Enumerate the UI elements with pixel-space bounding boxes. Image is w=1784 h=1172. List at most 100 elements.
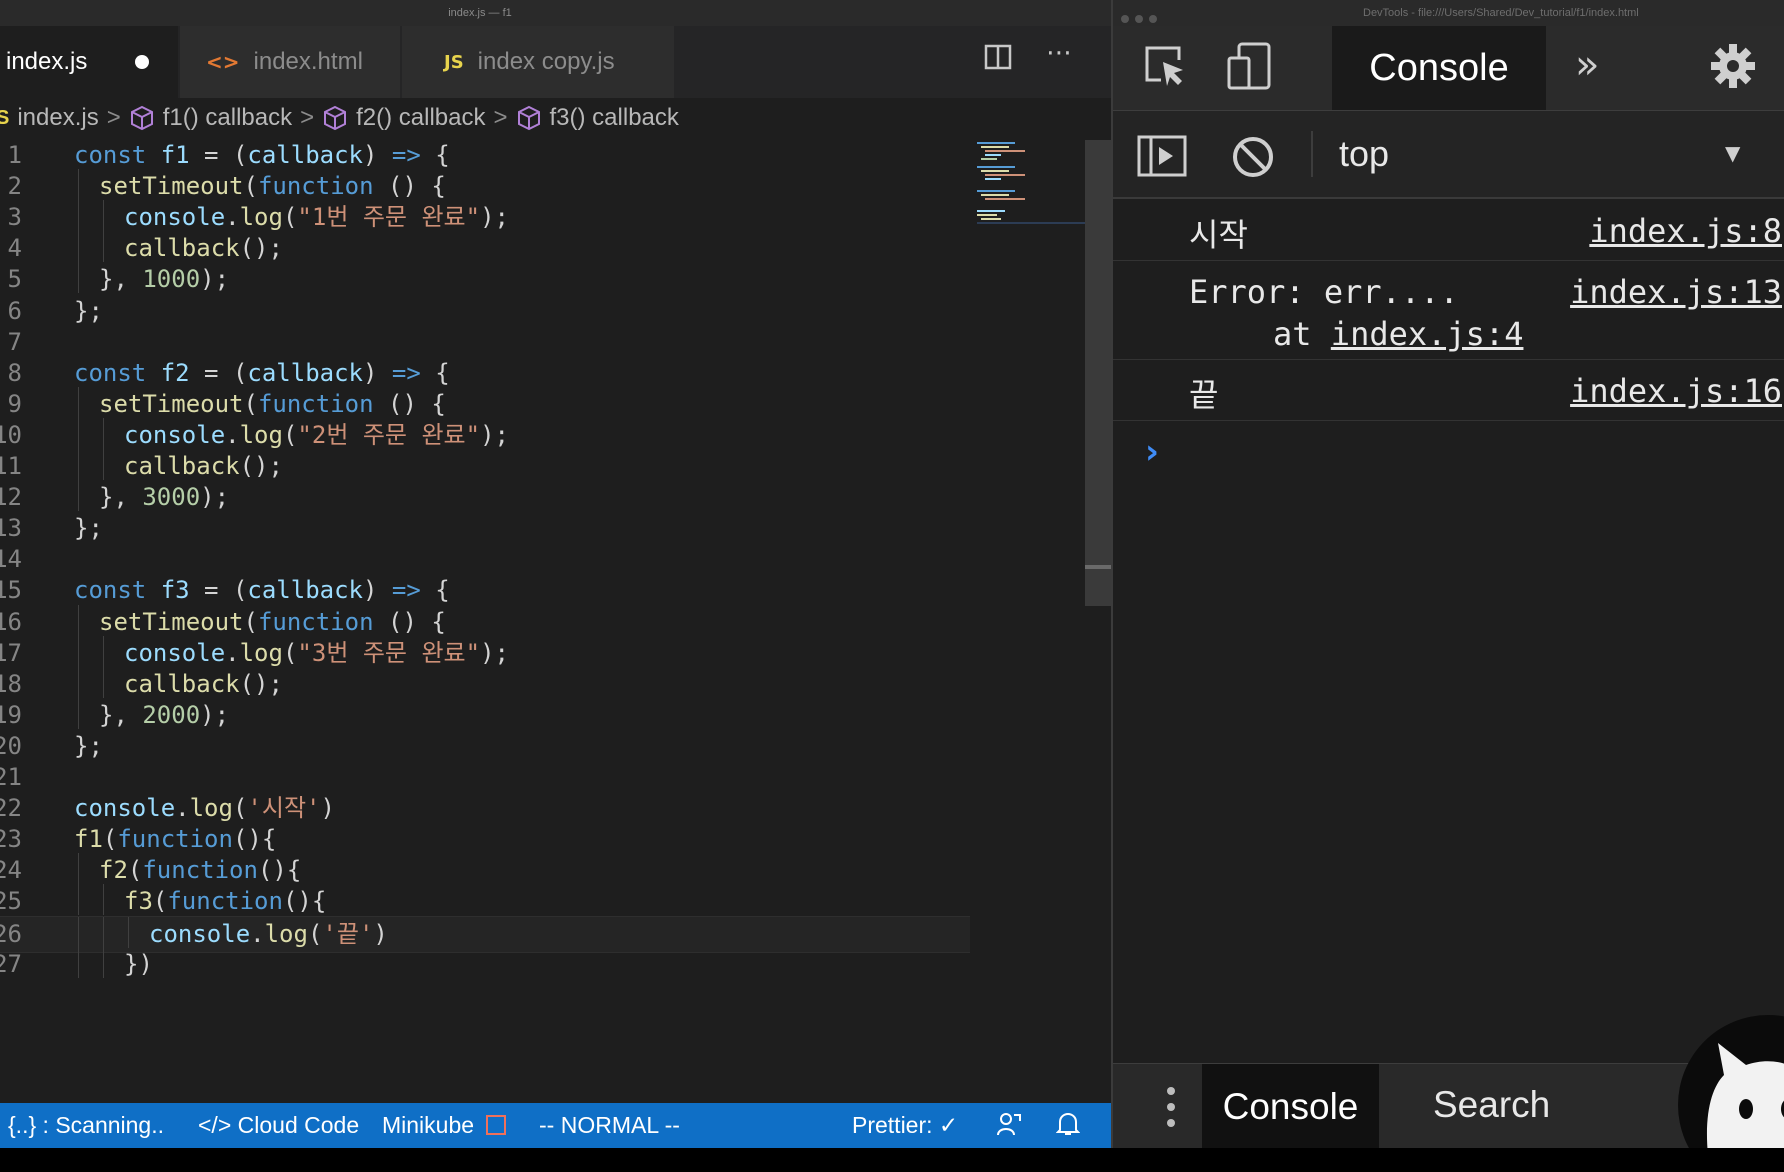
code-token: ) bbox=[373, 919, 388, 948]
drawer-tab-search[interactable]: Search bbox=[1433, 1084, 1550, 1126]
code-token: }; bbox=[74, 296, 103, 325]
drawer-tab-console[interactable]: Console bbox=[1202, 1064, 1379, 1148]
feedback-icon[interactable] bbox=[996, 1111, 1022, 1143]
editor-scrollbar[interactable] bbox=[1085, 140, 1111, 606]
code-line[interactable]: 20}; bbox=[0, 729, 1111, 764]
minimap[interactable] bbox=[975, 140, 1085, 230]
code-token: = ( bbox=[189, 358, 248, 387]
code-token: "3번 주문 완료" bbox=[297, 638, 481, 667]
tab-index-copy-js[interactable]: JS index copy.js bbox=[402, 26, 674, 98]
split-editor-icon[interactable] bbox=[984, 44, 1012, 77]
code-token: ( bbox=[102, 825, 118, 854]
code-token: (); bbox=[239, 234, 283, 263]
sidebar-toggle-icon[interactable] bbox=[1137, 135, 1187, 177]
code-token: log bbox=[239, 203, 283, 232]
code-line[interactable]: 22 console.log('시작') bbox=[0, 791, 1111, 826]
line-number: 11 bbox=[0, 452, 22, 480]
breadcrumb-item[interactable]: f2() callback bbox=[356, 104, 485, 132]
code-line[interactable]: 8 const f2 = (callback) => { bbox=[0, 356, 1111, 391]
code-line[interactable]: 21 bbox=[0, 760, 1111, 795]
devtools-toolbar: Console » bbox=[1113, 26, 1784, 111]
code-line[interactable]: 25 f3(function(){ bbox=[0, 884, 1111, 919]
more-actions-icon[interactable]: ⋯ bbox=[1046, 38, 1072, 68]
minikube-status-icon bbox=[486, 1115, 507, 1135]
code-line[interactable]: 11 callback(); bbox=[0, 449, 1111, 484]
indent-guide bbox=[103, 946, 104, 978]
code-line[interactable]: 16 setTimeout(function () { bbox=[0, 604, 1111, 640]
status-cloud-code[interactable]: </> Cloud Code bbox=[198, 1112, 359, 1139]
code-line[interactable]: 10 console.log("2번 주문 완료"); bbox=[0, 417, 1111, 453]
indent-guide bbox=[103, 231, 104, 263]
line-number: 25 bbox=[0, 887, 22, 916]
stack-trace-prefix: at bbox=[1273, 315, 1312, 353]
code-token: f2 bbox=[99, 856, 128, 885]
more-tabs-chevrons-icon[interactable]: » bbox=[1575, 42, 1599, 88]
code-line[interactable]: 14 bbox=[0, 542, 1111, 577]
code-line[interactable]: 1 const f1 = (callback) => { bbox=[0, 138, 1111, 173]
code-line[interactable]: 27}) bbox=[0, 946, 1111, 982]
tab-console[interactable]: Console bbox=[1332, 26, 1546, 110]
device-toolbar-icon[interactable] bbox=[1225, 42, 1277, 92]
code-line[interactable]: 6}; bbox=[0, 294, 1111, 329]
tab-index-html[interactable]: <> index.html bbox=[180, 26, 400, 98]
code-token: ( bbox=[282, 203, 298, 232]
code-line[interactable]: 4 callback(); bbox=[0, 231, 1111, 266]
code-text: callback(); bbox=[74, 231, 283, 266]
code-line[interactable]: 7 bbox=[0, 325, 1111, 360]
code-token: ) bbox=[320, 794, 335, 823]
code-line[interactable]: 19}, 2000); bbox=[0, 697, 1111, 733]
console-source-link[interactable]: index.js:8 bbox=[1589, 212, 1782, 250]
code-text: setTimeout(function () { bbox=[74, 387, 446, 422]
code-line[interactable]: 12}, 3000); bbox=[0, 480, 1111, 515]
indent-guide bbox=[78, 916, 79, 948]
code-token: "1번 주문 완료" bbox=[297, 203, 481, 232]
code-line[interactable]: 2 setTimeout(function () { bbox=[0, 169, 1111, 204]
indent-guide bbox=[78, 417, 79, 449]
drawer-menu-kebab-icon[interactable] bbox=[1165, 1086, 1177, 1128]
code-line[interactable]: 24 f2(function(){ bbox=[0, 853, 1111, 888]
settings-gear-icon[interactable] bbox=[1709, 42, 1757, 90]
code-token: ); bbox=[480, 203, 509, 232]
unsaved-dot-icon[interactable] bbox=[135, 55, 150, 69]
code-line[interactable]: 3 console.log("1번 주문 완료"); bbox=[0, 200, 1111, 235]
code-token: }, bbox=[99, 483, 143, 512]
code-line[interactable]: 5}, 1000); bbox=[0, 262, 1111, 297]
code-token: function bbox=[117, 825, 233, 854]
dropdown-arrow-icon[interactable]: ▼ bbox=[1725, 141, 1740, 165]
status-scanning[interactable]: {..} : Scanning.. bbox=[8, 1112, 164, 1139]
console-prompt-chevron-icon[interactable]: › bbox=[1145, 432, 1159, 472]
code-line[interactable]: 23 f1(function(){ bbox=[0, 822, 1111, 857]
code-line[interactable]: 13}; bbox=[0, 511, 1111, 546]
indent-guide bbox=[78, 635, 79, 667]
devtools-window-title: DevTools - file:///Users/Shared/Dev_tuto… bbox=[1363, 7, 1639, 19]
notifications-bell-icon[interactable] bbox=[1055, 1111, 1081, 1143]
code-line[interactable]: 17 console.log("3번 주문 완료"); bbox=[0, 635, 1111, 671]
code-line[interactable]: 9 setTimeout(function () { bbox=[0, 386, 1111, 422]
code-token: function bbox=[257, 389, 374, 418]
code-token: . bbox=[225, 203, 240, 232]
inspect-element-icon[interactable] bbox=[1143, 44, 1189, 90]
breadcrumb-item[interactable]: f1() callback bbox=[163, 104, 292, 132]
line-number: 20 bbox=[0, 731, 22, 760]
breadcrumb-item[interactable]: f3() callback bbox=[550, 104, 679, 132]
breadcrumb-file[interactable]: index.js bbox=[17, 104, 98, 132]
clear-console-icon[interactable] bbox=[1231, 135, 1275, 179]
stack-trace-line: at index.js:4 bbox=[1273, 315, 1523, 353]
code-token: callback bbox=[247, 358, 363, 387]
code-line[interactable]: 18 callback(); bbox=[0, 666, 1111, 702]
tab-index-js[interactable]: index.js bbox=[0, 26, 178, 98]
console-source-link[interactable]: index.js:13 bbox=[1570, 273, 1782, 311]
code-token: }, bbox=[99, 700, 143, 729]
stack-trace-link[interactable]: index.js:4 bbox=[1331, 315, 1524, 353]
code-text: f3(function(){ bbox=[74, 884, 326, 919]
status-vim-mode: -- NORMAL -- bbox=[539, 1112, 680, 1138]
code-line[interactable]: 15 const f3 = (callback) => { bbox=[0, 573, 1111, 608]
cat-mascot-icon bbox=[1678, 1015, 1784, 1148]
status-minikube[interactable]: Minikube bbox=[382, 1112, 507, 1139]
status-prettier[interactable]: Prettier: ✓ bbox=[852, 1112, 958, 1139]
code-token: callback bbox=[247, 141, 363, 169]
console-source-link[interactable]: index.js:16 bbox=[1570, 372, 1782, 410]
code-token: f2 bbox=[160, 358, 190, 387]
context-selector[interactable]: top bbox=[1339, 133, 1389, 175]
